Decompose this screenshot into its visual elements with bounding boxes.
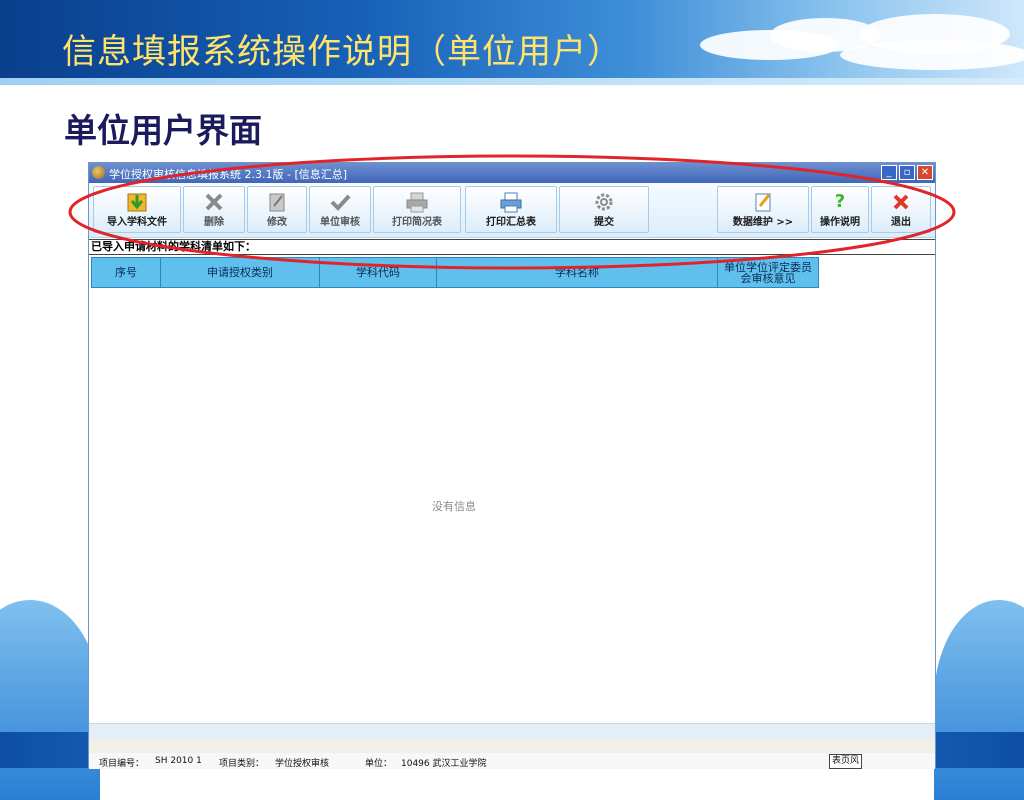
column-header[interactable]: 学科代码: [319, 257, 437, 288]
column-header[interactable]: 序号: [91, 257, 161, 288]
close-button[interactable]: ✕: [917, 165, 933, 180]
list-label: 已导入申请材料的学科清单如下：: [89, 239, 935, 255]
slide-subtitle: 单位用户界面: [64, 111, 262, 150]
delete-button[interactable]: 删除: [183, 186, 245, 233]
question-icon: ?: [834, 191, 846, 212]
column-header[interactable]: 学科名称: [436, 257, 718, 288]
toolbar: 导入学科文件 删除 修改 单位审核 打印简况表 打印汇总表 提交 数据维护 >>…: [89, 183, 935, 238]
data-maintenance-button[interactable]: 数据维护 >>: [717, 186, 809, 233]
window-title: 学位授权审核信息填报系统 2.3.1版 - [信息汇总]: [109, 168, 348, 181]
window-titlebar[interactable]: 学位授权审核信息填报系统 2.3.1版 - [信息汇总] _ ▫ ✕: [89, 163, 935, 183]
column-header[interactable]: 单位学位评定委员会审核意见: [717, 257, 819, 288]
slide-title: 信息填报系统操作说明（单位用户）: [62, 32, 622, 72]
status-badge: 表页风: [829, 754, 863, 769]
decor-wave-left: [0, 600, 100, 800]
minimize-button[interactable]: _: [881, 165, 897, 180]
slide-banner: 信息填报系统操作说明（单位用户）: [0, 0, 1024, 78]
app-icon: [92, 166, 105, 179]
project-type: 学位授权审核: [275, 759, 330, 769]
edit-icon: [248, 191, 306, 213]
import-icon: [94, 191, 180, 213]
column-header[interactable]: 申请授权类别: [160, 257, 320, 288]
unit-label: 单位：: [365, 759, 393, 769]
submit-button[interactable]: 提交: [559, 186, 649, 233]
app-window: 学位授权审核信息填报系统 2.3.1版 - [信息汇总] _ ▫ ✕ 导入学科文…: [88, 162, 936, 769]
close-icon: [872, 191, 930, 213]
print-brief-button[interactable]: 打印简况表: [373, 186, 461, 233]
empty-message: 没有信息: [432, 500, 476, 513]
unit-name: 10496 武汉工业学院: [401, 759, 487, 769]
delete-icon: [184, 191, 244, 213]
print-summary-button[interactable]: 打印汇总表: [465, 186, 557, 233]
unit-review-button[interactable]: 单位审核: [309, 186, 371, 233]
edit-button[interactable]: 修改: [247, 186, 307, 233]
project-code: SH 2010 1: [155, 756, 202, 766]
edit-icon: [718, 191, 808, 213]
gear-icon: [560, 191, 648, 213]
banner-stripe: [0, 78, 1024, 85]
status-strip: [89, 723, 935, 740]
decor-wave-right: [934, 600, 1024, 800]
exit-button[interactable]: 退出: [871, 186, 931, 233]
check-icon: [310, 191, 370, 213]
help-button[interactable]: ? 操作说明: [811, 186, 869, 233]
project-code-label: 项目编号：: [99, 759, 145, 769]
maximize-button[interactable]: ▫: [899, 165, 915, 180]
import-button[interactable]: 导入学科文件: [93, 186, 181, 233]
status-strip: [89, 739, 935, 753]
status-bar: 项目编号： SH 2010 1 项目类别： 学位授权审核 单位： 10496 武…: [89, 753, 935, 769]
printer-icon: [374, 191, 460, 213]
project-type-label: 项目类别：: [219, 759, 265, 769]
printer-icon: [466, 191, 556, 213]
